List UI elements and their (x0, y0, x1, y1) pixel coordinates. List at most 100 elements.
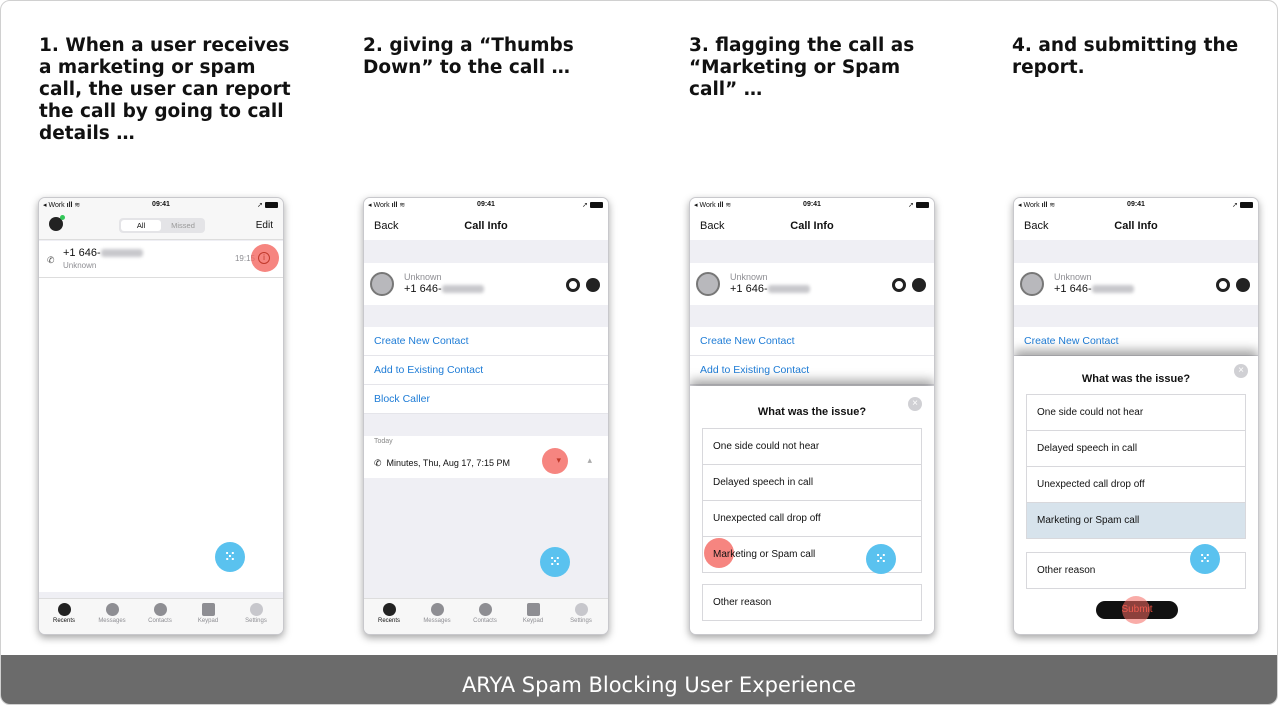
segment-all[interactable]: All (121, 220, 161, 231)
issue-title: What was the issue? (1081, 373, 1191, 385)
tab-settings[interactable]: Settings (234, 603, 278, 624)
info-icon[interactable]: i (258, 252, 270, 264)
blackberry-fab-icon[interactable]: ⁙ (215, 542, 245, 572)
message-icon[interactable] (892, 278, 906, 292)
tab-recents[interactable]: Recents (367, 603, 411, 624)
status-bar: ◂ Work ıll ≋ 09:41 ➚ (364, 198, 608, 212)
tab-keypad[interactable]: Keypad (186, 603, 230, 624)
tab-contacts[interactable]: Contacts (138, 603, 182, 624)
step-2-text: 2. giving a “Thumbs Down” to the call … (363, 35, 574, 78)
recents-header: ◂ Work ıll ≋ 09:41 ➚ All Missed Edit (39, 198, 283, 240)
message-icon[interactable] (1216, 278, 1230, 292)
profile-avatar[interactable] (49, 215, 65, 231)
close-icon[interactable]: × (908, 397, 922, 411)
contact-avatar-icon (696, 272, 720, 296)
nav-bar: Back Call Info (364, 212, 608, 240)
page-title: Call Info (464, 220, 508, 232)
contact-name: Unknown (1054, 272, 1092, 282)
step-4-text: 4. and submitting the report. (1012, 35, 1239, 78)
contact-actions: Create New Contact (1014, 327, 1258, 356)
clock-icon (382, 603, 396, 616)
tab-settings[interactable]: Settings (559, 603, 603, 624)
tab-keypad[interactable]: Keypad (511, 603, 555, 624)
recents-segmented-control[interactable]: All Missed (119, 218, 205, 233)
phone-icon[interactable] (1236, 278, 1250, 292)
issue-sheet: What was the issue? × One side could not… (690, 386, 934, 634)
tab-recents[interactable]: Recents (42, 603, 86, 624)
blackberry-fab-icon[interactable]: ⁙ (866, 544, 896, 574)
phone-icon[interactable] (586, 278, 600, 292)
keypad-icon (526, 603, 540, 616)
battery-icon (265, 202, 278, 208)
blackberry-fab-icon[interactable]: ⁙ (1190, 544, 1220, 574)
tab-messages[interactable]: Messages (415, 603, 459, 624)
phone-issue-select: ◂ Work ıll ≋ 09:41 ➚ Back Call Info Unkn… (689, 197, 935, 635)
nav-bar: Back Call Info (690, 212, 934, 240)
block-caller-link[interactable]: Block Caller (364, 385, 608, 414)
outgoing-call-icon: ✆ (47, 255, 55, 265)
status-bar: ◂ Work ıll ≋ 09:41 ➚ (39, 198, 283, 212)
issue-option-marketing-spam-selected[interactable]: Marketing or Spam call (1026, 502, 1246, 539)
contact-number: +1 646- (1054, 283, 1134, 295)
status-bar: ◂ Work ıll ≋ 09:41 ➚ (1014, 198, 1258, 212)
redacted-number (767, 285, 810, 294)
create-contact-link[interactable]: Create New Contact (1014, 327, 1258, 356)
contact-number: +1 646- (730, 283, 810, 295)
segment-missed[interactable]: Missed (163, 220, 203, 231)
person-icon (153, 603, 167, 616)
page-title: Call Info (790, 220, 834, 232)
step-3-text: 3. flagging the call as “Marketing or Sp… (689, 35, 915, 100)
message-icon[interactable] (566, 278, 580, 292)
contact-name: Unknown (404, 272, 442, 282)
issue-option-no-hear[interactable]: One side could not hear (702, 428, 922, 465)
caller-label: Unknown (63, 261, 97, 270)
edit-button[interactable]: Edit (256, 220, 273, 231)
add-existing-contact-link[interactable]: Add to Existing Contact (364, 356, 608, 385)
contact-actions: Create New Contact Add to Existing Conta… (364, 327, 608, 414)
caption-strip-left (1, 655, 39, 704)
issue-title: What was the issue? (757, 406, 867, 418)
recent-call-row[interactable]: ✆ +1 646- Unknown 19:15 i (39, 241, 283, 278)
online-status-icon (60, 215, 65, 220)
blackberry-fab-icon[interactable]: ⁙ (540, 547, 570, 577)
issue-option-drop[interactable]: Unexpected call drop off (1026, 466, 1246, 503)
chat-icon (430, 603, 444, 616)
issue-option-delayed[interactable]: Delayed speech in call (1026, 430, 1246, 467)
tab-bar: Recents Messages Contacts Keypad Setting… (39, 598, 283, 634)
create-contact-link[interactable]: Create New Contact (364, 327, 608, 356)
close-icon[interactable]: × (1234, 364, 1248, 378)
issue-option-no-hear[interactable]: One side could not hear (1026, 394, 1246, 431)
thumbs-up-icon[interactable]: ▴ (587, 455, 592, 466)
phone-icon[interactable] (912, 278, 926, 292)
add-existing-contact-link[interactable]: Add to Existing Contact (690, 356, 934, 385)
tap-highlight (542, 448, 568, 474)
redacted-number (441, 285, 484, 294)
issue-option-other[interactable]: Other reason (702, 584, 922, 621)
caller-number: +1 646- (63, 247, 143, 259)
create-contact-link[interactable]: Create New Contact (690, 327, 934, 356)
issue-option-drop[interactable]: Unexpected call drop off (702, 500, 922, 537)
tab-bar: Recents Messages Contacts Keypad Setting… (364, 598, 608, 634)
contact-name: Unknown (730, 272, 768, 282)
tab-contacts[interactable]: Contacts (463, 603, 507, 624)
issue-option-delayed[interactable]: Delayed speech in call (702, 464, 922, 501)
battery-icon (1240, 202, 1253, 208)
issue-sheet: What was the issue? × One side could not… (1014, 356, 1258, 634)
recents-list: ✆ +1 646- Unknown 19:15 i (39, 241, 283, 592)
page-title: Call Info (1114, 220, 1158, 232)
chat-icon (105, 603, 119, 616)
status-bar: ◂ Work ıll ≋ 09:41 ➚ (690, 198, 934, 212)
contact-card: Unknown +1 646- (364, 263, 608, 305)
nav-bar: Back Call Info (1014, 212, 1258, 240)
contact-actions: Create New Contact Add to Existing Conta… (690, 327, 934, 385)
slide-frame: 1. When a user receives a marketing or s… (0, 0, 1278, 705)
tab-messages[interactable]: Messages (90, 603, 134, 624)
keypad-icon (201, 603, 215, 616)
contact-avatar-icon (370, 272, 394, 296)
redacted-number (1091, 285, 1134, 294)
caption-bar: ARYA Spam Blocking User Experience (39, 655, 1277, 704)
thumbs-down-icon[interactable]: ▾ (556, 455, 561, 466)
person-icon (478, 603, 492, 616)
contact-card: Unknown +1 646- (690, 263, 934, 305)
more-icon (574, 603, 588, 616)
